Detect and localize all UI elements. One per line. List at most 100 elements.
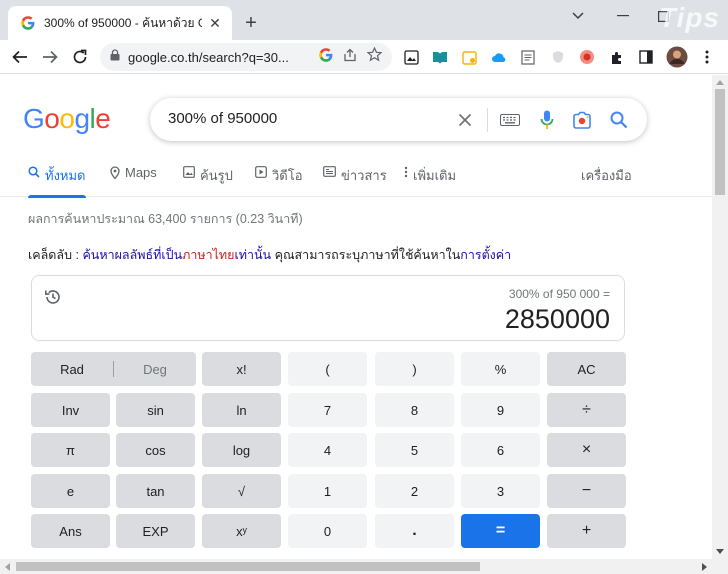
reader-book-icon[interactable]: [431, 48, 449, 66]
euler-e-button[interactable]: e: [31, 474, 110, 508]
ln-button[interactable]: ln: [202, 393, 281, 427]
url-text: google.co.th/search?q=30...: [128, 49, 289, 65]
new-tab-button[interactable]: +: [240, 12, 262, 34]
vertical-scrollbar[interactable]: [712, 75, 728, 559]
tip-link-part1: ค้นหาผลลัพธ์ที่เป็น: [82, 248, 183, 262]
tab-all[interactable]: ทั้งหมด: [28, 165, 86, 198]
add-button[interactable]: +: [547, 514, 626, 548]
history-icon[interactable]: [42, 286, 64, 308]
notes-extension-icon[interactable]: [519, 48, 537, 66]
deg-button[interactable]: Deg: [114, 362, 196, 377]
inverse-button[interactable]: Inv: [31, 393, 110, 427]
horizontal-scroll-thumb[interactable]: [16, 562, 480, 571]
multiply-button[interactable]: ×: [547, 433, 626, 467]
ans-button[interactable]: Ans: [31, 514, 110, 548]
address-bar[interactable]: google.co.th/search?q=30...: [100, 43, 392, 71]
digit-5-button[interactable]: 5: [375, 433, 454, 467]
profile-avatar[interactable]: [666, 46, 688, 68]
digit-2-button[interactable]: 2: [375, 474, 454, 508]
all-clear-button[interactable]: AC: [547, 352, 626, 386]
tab-maps-label: Maps: [125, 165, 157, 180]
scroll-right-arrow-icon[interactable]: [702, 563, 707, 571]
camera-lens-icon[interactable]: [571, 109, 593, 131]
microphone-icon[interactable]: [536, 109, 558, 131]
cloud-extension-icon[interactable]: [490, 48, 508, 66]
share-icon[interactable]: [343, 48, 357, 67]
result-stats: ผลการค้นหาประมาณ 63,400 รายการ (0.23 วิน…: [28, 212, 303, 226]
scroll-left-arrow-icon[interactable]: [5, 563, 10, 571]
image-extension-icon[interactable]: [402, 48, 420, 66]
back-arrow-icon[interactable]: [8, 45, 32, 69]
exp-button[interactable]: EXP: [116, 514, 195, 548]
google-lens-g-icon[interactable]: [319, 47, 333, 67]
open-paren-button[interactable]: (: [288, 352, 367, 386]
search-input[interactable]: 300% of 950000: [168, 110, 277, 127]
extensions-puzzle-icon[interactable]: [608, 48, 626, 66]
horizontal-scrollbar[interactable]: [0, 559, 712, 574]
tab-images[interactable]: ค้นรูป: [183, 165, 233, 197]
vertical-scroll-thumb[interactable]: [715, 89, 725, 195]
tab-news-label: ข่าวสาร: [341, 168, 387, 183]
shield-extension-icon[interactable]: [549, 48, 567, 66]
digit-7-button[interactable]: 7: [288, 393, 367, 427]
factorial-button[interactable]: x!: [202, 352, 281, 386]
tools-button[interactable]: เครื่องมือ: [581, 165, 632, 197]
google-logo[interactable]: Google: [23, 103, 111, 135]
tan-button[interactable]: tan: [116, 474, 195, 508]
close-paren-button[interactable]: ): [375, 352, 454, 386]
percent-button[interactable]: %: [461, 352, 540, 386]
record-extension-icon[interactable]: [578, 48, 596, 66]
equals-button[interactable]: =: [461, 514, 540, 548]
side-panel-icon[interactable]: [637, 48, 655, 66]
tab-more[interactable]: เพิ่มเติม: [404, 165, 456, 197]
power-button[interactable]: xʸ: [202, 514, 281, 548]
forward-arrow-icon[interactable]: [38, 45, 62, 69]
search-icon[interactable]: [608, 109, 630, 131]
digit-8-button[interactable]: 8: [375, 393, 454, 427]
tab-videos-label: วิดีโอ: [272, 168, 303, 183]
searchbox-divider: [487, 108, 488, 132]
tab-search-chevron-icon[interactable]: [567, 6, 589, 26]
bookmark-star-icon[interactable]: [366, 46, 383, 67]
sin-button[interactable]: sin: [116, 393, 195, 427]
tab-close-icon[interactable]: ✕: [206, 14, 224, 32]
tab-strip: 300% of 950000 - ค้นหาด้วย Goog ✕ + Tips: [0, 0, 728, 40]
calendar-extension-icon[interactable]: [460, 48, 478, 66]
subtract-button[interactable]: −: [547, 474, 626, 508]
sqrt-button[interactable]: √: [202, 474, 281, 508]
rad-deg-toggle[interactable]: Rad Deg: [31, 352, 196, 386]
scroll-down-arrow-icon[interactable]: [716, 549, 724, 554]
pi-button[interactable]: π: [31, 433, 110, 467]
search-box[interactable]: 300% of 950000: [150, 98, 647, 141]
tab-maps[interactable]: Maps: [110, 165, 157, 197]
digit-4-button[interactable]: 4: [288, 433, 367, 467]
keyboard-icon[interactable]: [499, 109, 521, 131]
map-pin-icon: [110, 166, 120, 179]
cos-button[interactable]: cos: [116, 433, 195, 467]
decimal-point-button[interactable]: .: [375, 514, 454, 548]
digit-1-button[interactable]: 1: [288, 474, 367, 508]
minimize-icon[interactable]: [612, 6, 634, 26]
clear-x-icon[interactable]: [454, 109, 476, 131]
search-icon: [28, 166, 40, 178]
rad-button[interactable]: Rad: [31, 362, 113, 377]
digit-6-button[interactable]: 6: [461, 433, 540, 467]
tab-news[interactable]: ข่าวสาร: [323, 165, 387, 197]
tab-images-label: ค้นรูป: [200, 168, 233, 183]
menu-kebab-icon[interactable]: [698, 48, 716, 66]
tab-videos[interactable]: วิดีโอ: [255, 165, 303, 197]
digit-9-button[interactable]: 9: [461, 393, 540, 427]
language-tip: เคล็ดลับ : ค้นหาผลลัพธ์ที่เป็นภาษาไทยเท่…: [28, 245, 511, 265]
google-logo-letter: o: [59, 103, 75, 134]
log-button[interactable]: log: [202, 433, 281, 467]
tip-link-thai-only[interactable]: ค้นหาผลลัพธ์ที่เป็นภาษาไทยเท่านั้น: [82, 248, 271, 262]
more-vert-icon: [404, 166, 408, 178]
scroll-up-arrow-icon[interactable]: [716, 80, 724, 85]
digit-3-button[interactable]: 3: [461, 474, 540, 508]
digit-0-button[interactable]: 0: [288, 514, 367, 548]
tip-settings-link[interactable]: การตั้งค่า: [460, 248, 511, 262]
browser-toolbar: google.co.th/search?q=30...: [0, 40, 728, 74]
browser-tab[interactable]: 300% of 950000 - ค้นหาด้วย Goog ✕: [8, 6, 232, 40]
divide-button[interactable]: ÷: [547, 393, 626, 427]
reload-icon[interactable]: [68, 45, 92, 69]
